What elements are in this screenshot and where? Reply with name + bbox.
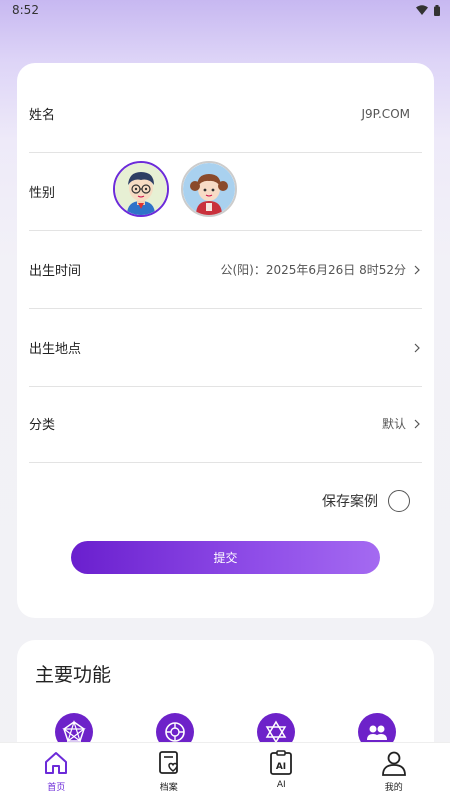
bottom-nav: 首页 档案 AI AI 我的 [0,742,450,800]
nav-ai-label: AI [276,780,286,790]
profile-icon [381,751,406,776]
birth-time-label: 出生时间 [29,264,82,279]
submit-button[interactable]: 提交 [71,541,380,574]
category-value: 默认 [381,417,406,431]
status-bar: 8:52 [0,0,450,20]
boy-icon [115,163,167,215]
female-avatar[interactable] [181,161,237,217]
birth-form-card: 姓名 J9P.COM 性别 出生时间 公(阳)：2025年6月26日 8时52分… [17,63,434,618]
nav-profile-label: 我的 [384,783,403,793]
male-avatar[interactable] [113,161,169,217]
home-icon [45,752,68,774]
pentagram-chart-icon [62,720,86,743]
status-time: 8:52 [12,3,39,17]
save-case-row[interactable]: 保存案例 [322,490,410,512]
save-case-radio[interactable] [388,490,410,512]
name-row[interactable]: 姓名 J9P.COM [29,75,422,153]
birth-time-value: 公(阳)：2025年6月26日 8时52分 [220,263,406,277]
nav-home[interactable]: 首页 [0,743,113,800]
wifi-icon [416,5,428,15]
wheel-icon [165,722,185,742]
birth-place-label: 出生地点 [29,342,82,357]
girl-icon [183,163,235,215]
name-label: 姓名 [29,108,56,123]
gender-options [113,161,237,217]
features-title: 主要功能 [35,664,112,686]
nav-archive-label: 档案 [159,783,178,793]
battery-icon [434,4,440,16]
birth-place-row[interactable]: 出生地点 [29,309,422,387]
nav-ai[interactable]: AI AI [225,743,338,800]
category-row[interactable]: 分类 默认 [29,385,422,463]
archive-heart-icon [158,751,178,774]
status-icons [416,4,440,16]
nav-home-label: 首页 [47,783,66,793]
ai-icon: AI [270,750,293,775]
category-label: 分类 [29,418,56,433]
nav-profile[interactable]: 我的 [338,743,450,800]
birth-time-row[interactable]: 出生时间 公(阳)：2025年6月26日 8时52分 [29,231,422,309]
hexagram-star-icon [265,720,287,744]
gender-label: 性别 [29,186,56,201]
svg-text:AI: AI [276,762,286,772]
chevron-right-icon [414,265,420,274]
people-icon [367,725,387,740]
chevron-right-icon [414,419,420,428]
nav-archive[interactable]: 档案 [113,743,226,800]
name-value[interactable]: J9P.COM [361,107,410,121]
save-case-label: 保存案例 [322,494,378,510]
chevron-right-icon [414,343,420,352]
